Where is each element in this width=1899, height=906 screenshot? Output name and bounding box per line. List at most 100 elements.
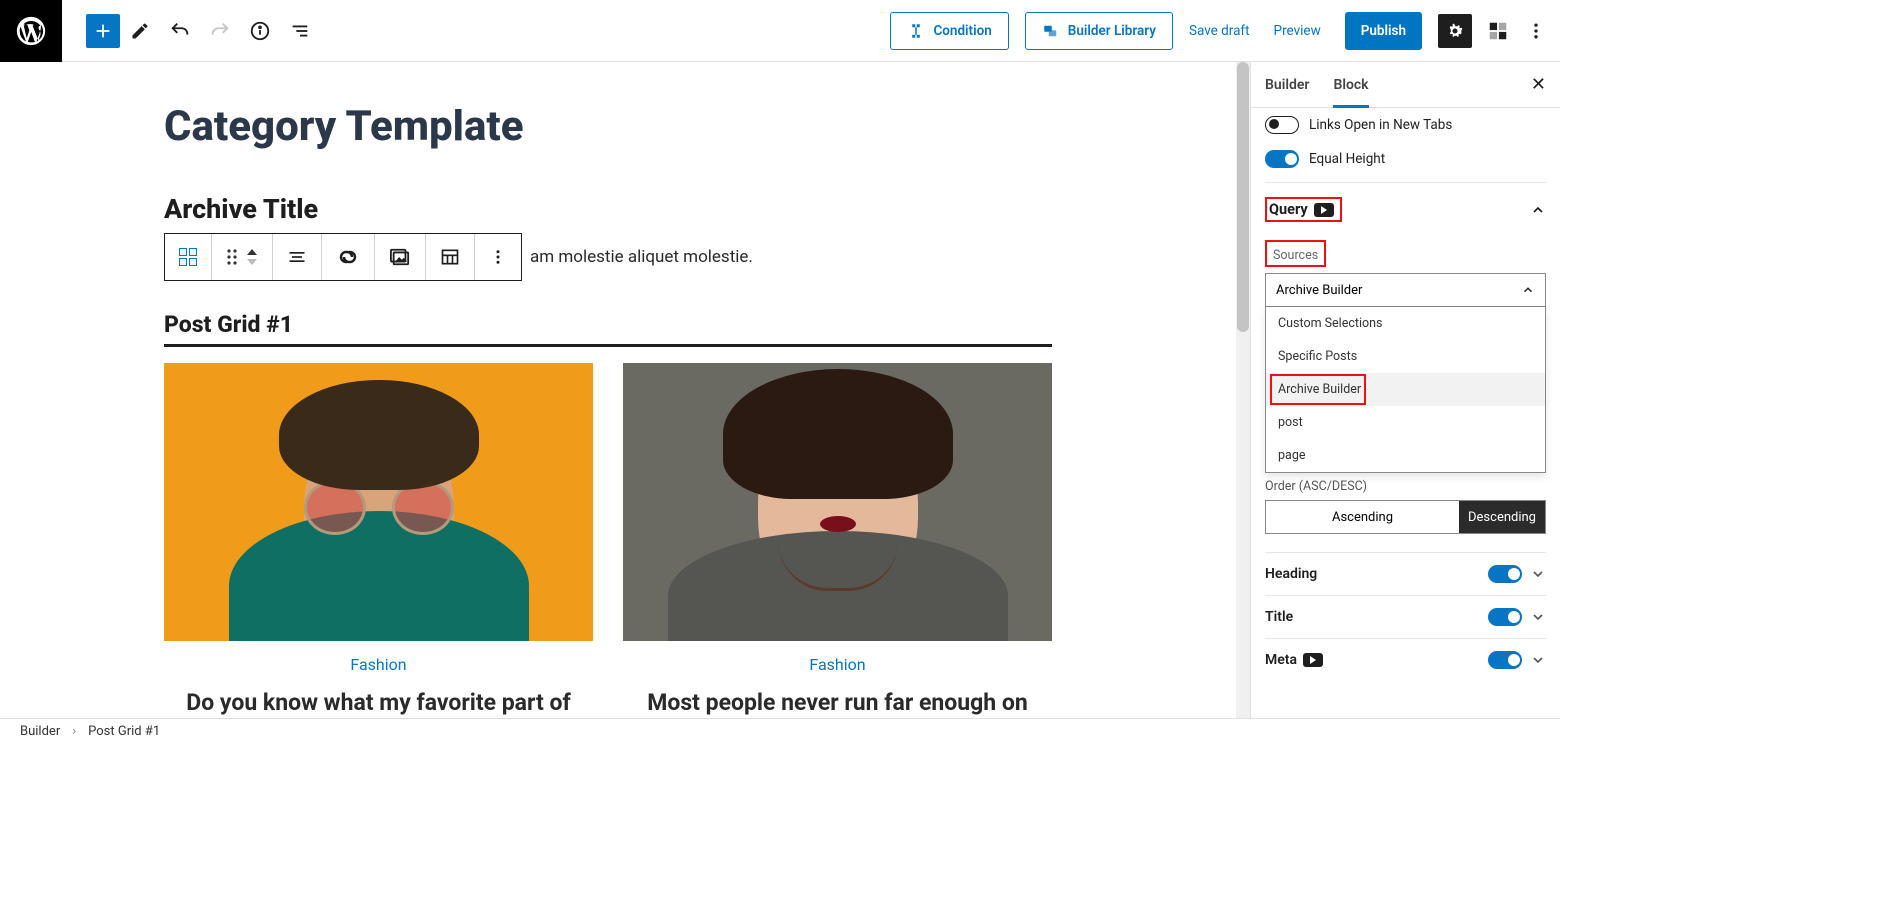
more-menu-icon[interactable] xyxy=(1522,17,1550,45)
sidebar-tabs: Builder Block ✕ xyxy=(1251,62,1560,108)
post-title[interactable]: Most people never run far enough on xyxy=(623,688,1052,718)
order-segmented[interactable]: Ascending Descending xyxy=(1265,500,1546,534)
toggle-switch[interactable] xyxy=(1488,565,1522,583)
section-meta-row[interactable]: Meta xyxy=(1265,638,1546,681)
edit-pencil-icon[interactable] xyxy=(120,11,160,51)
post-title[interactable]: Do you know what my favorite part of xyxy=(164,688,593,718)
section-title-row[interactable]: Title xyxy=(1265,595,1546,638)
chevron-down-icon xyxy=(1530,609,1546,625)
query-label-highlight: Query xyxy=(1265,197,1342,222)
grid-icon xyxy=(179,248,197,266)
main-area: Category Template Archive Title xyxy=(0,62,1560,718)
sources-label-highlight: Sources xyxy=(1265,240,1326,267)
page-title[interactable]: Category Template xyxy=(164,102,1052,151)
dropdown-option[interactable]: Custom Selections xyxy=(1266,307,1545,340)
toggle-switch[interactable] xyxy=(1488,608,1522,626)
post-grid-heading[interactable]: Post Grid #1 xyxy=(164,311,1052,338)
block-more-button[interactable] xyxy=(475,234,521,280)
toggle-links-new-tabs[interactable]: Links Open in New Tabs xyxy=(1265,108,1546,142)
builder-library-label: Builder Library xyxy=(1068,23,1156,39)
sources-label: Sources xyxy=(1273,248,1318,263)
video-help-icon[interactable] xyxy=(1303,653,1323,667)
post-card[interactable]: Fashion Most people never run far enough… xyxy=(623,363,1052,718)
dropdown-option[interactable]: Specific Posts xyxy=(1266,340,1545,373)
sources-select[interactable]: Archive Builder xyxy=(1265,273,1546,307)
tab-block[interactable]: Block xyxy=(1333,62,1368,107)
condition-label: Condition xyxy=(933,23,991,39)
post-image[interactable] xyxy=(164,363,593,641)
tab-builder[interactable]: Builder xyxy=(1265,62,1309,107)
add-block-button[interactable] xyxy=(86,14,120,48)
info-icon[interactable] xyxy=(240,11,280,51)
post-image[interactable] xyxy=(623,363,1052,641)
block-toolbar xyxy=(164,233,522,281)
scrollbar-thumb[interactable] xyxy=(1237,62,1249,332)
video-help-icon[interactable] xyxy=(1314,203,1334,217)
order-label: Order (ASC/DESC) xyxy=(1265,479,1546,494)
post-category-link[interactable]: Fashion xyxy=(164,655,593,674)
section-heading-row[interactable]: Heading xyxy=(1265,552,1546,595)
preview-link[interactable]: Preview xyxy=(1274,23,1321,39)
condition-button[interactable]: Condition xyxy=(890,12,1008,50)
move-up-icon[interactable] xyxy=(246,248,258,256)
sources-dropdown: Custom Selections Specific Posts Archive… xyxy=(1265,307,1546,473)
block-drag-handle[interactable] xyxy=(212,234,273,280)
library-icon xyxy=(1042,22,1060,40)
post-category-link[interactable]: Fashion xyxy=(623,655,1052,674)
heading-underline xyxy=(164,344,1052,347)
block-type-postgrid[interactable] xyxy=(165,234,212,280)
breadcrumb: Builder › Post Grid #1 xyxy=(0,718,1560,744)
chevron-down-icon xyxy=(1530,566,1546,582)
publish-label: Publish xyxy=(1361,23,1406,39)
breadcrumb-item[interactable]: Builder xyxy=(20,724,60,739)
archive-title-heading[interactable]: Archive Title xyxy=(164,193,1052,225)
breadcrumb-separator: › xyxy=(72,724,76,739)
post-grid[interactable]: Fashion Do you know what my favorite par… xyxy=(164,363,1052,718)
order-desc-button[interactable]: Descending xyxy=(1459,501,1545,533)
chevron-up-icon xyxy=(1521,283,1535,297)
toggle-switch[interactable] xyxy=(1265,150,1299,168)
settings-sidebar: Builder Block ✕ Links Open in New Tabs E… xyxy=(1250,62,1560,718)
chevron-down-icon xyxy=(1530,652,1546,668)
post-card[interactable]: Fashion Do you know what my favorite par… xyxy=(164,363,593,718)
sidebar-panel: Links Open in New Tabs Equal Height Quer… xyxy=(1251,108,1560,718)
toggle-switch[interactable] xyxy=(1265,116,1299,134)
dropdown-option[interactable]: page xyxy=(1266,439,1545,472)
redo-icon xyxy=(200,11,240,51)
builder-library-button[interactable]: Builder Library xyxy=(1025,12,1173,50)
close-sidebar-button[interactable]: ✕ xyxy=(1531,74,1546,95)
order-asc-button[interactable]: Ascending xyxy=(1266,501,1459,533)
panels-icon[interactable] xyxy=(1484,17,1512,45)
dropdown-option-selected[interactable]: Archive Builder xyxy=(1266,373,1545,406)
editor-canvas-wrap: Category Template Archive Title xyxy=(0,62,1250,718)
settings-gear-button[interactable] xyxy=(1438,14,1472,48)
query-label: Query xyxy=(1269,201,1308,218)
editor-canvas[interactable]: Category Template Archive Title xyxy=(0,62,1250,718)
toggle-equal-height[interactable]: Equal Height xyxy=(1265,142,1546,176)
section-title-label: Title xyxy=(1265,609,1293,625)
sources-selected-value: Archive Builder xyxy=(1276,283,1362,298)
gallery-button[interactable] xyxy=(375,234,426,280)
outline-list-icon[interactable] xyxy=(280,11,320,51)
chevron-up-icon xyxy=(1530,202,1546,218)
publish-button[interactable]: Publish xyxy=(1345,12,1422,50)
section-meta-label: Meta xyxy=(1265,652,1297,668)
breadcrumb-item[interactable]: Post Grid #1 xyxy=(88,724,160,739)
align-button[interactable] xyxy=(273,234,322,280)
canvas-scrollbar[interactable] xyxy=(1236,62,1250,718)
move-down-icon[interactable] xyxy=(246,258,258,266)
undo-icon[interactable] xyxy=(160,11,200,51)
section-query-header[interactable]: Query xyxy=(1265,183,1546,230)
condition-icon xyxy=(907,22,925,40)
save-draft-link[interactable]: Save draft xyxy=(1189,23,1250,39)
paragraph-fragment[interactable]: am molestie aliquet molestie. xyxy=(530,247,753,267)
toggle-label: Links Open in New Tabs xyxy=(1309,117,1452,133)
toggle-switch[interactable] xyxy=(1488,651,1522,669)
table-button[interactable] xyxy=(426,234,475,280)
dropdown-option[interactable]: post xyxy=(1266,406,1545,439)
top-toolbar: Condition Builder Library Save draft Pre… xyxy=(0,0,1560,62)
toggle-label: Equal Height xyxy=(1309,151,1385,167)
section-heading-label: Heading xyxy=(1265,566,1317,582)
wordpress-logo[interactable] xyxy=(0,0,62,62)
link-button[interactable] xyxy=(322,234,375,280)
